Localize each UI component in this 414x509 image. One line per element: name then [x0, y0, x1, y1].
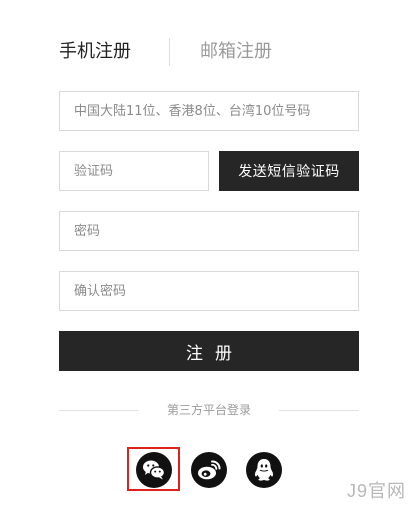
qq-icon [254, 459, 274, 481]
divider-line-right [279, 410, 359, 411]
verification-code-input[interactable] [59, 151, 209, 191]
register-tabs: 手机注册 邮箱注册 [59, 38, 359, 68]
register-page: 手机注册 邮箱注册 发送短信验证码 注册 第三方平台登录 [0, 0, 414, 509]
watermark-text: J9官网 [346, 481, 406, 501]
third-party-divider: 第三方平台登录 [59, 401, 359, 421]
tab-email-register[interactable]: 邮箱注册 [200, 38, 272, 66]
register-submit-button[interactable]: 注册 [59, 331, 359, 371]
password-input[interactable] [59, 211, 359, 251]
weibo-icon [198, 460, 221, 480]
confirm-password-input[interactable] [59, 271, 359, 311]
tab-divider [169, 38, 170, 66]
weibo-login-button[interactable] [191, 452, 227, 488]
qq-login-button[interactable] [246, 452, 282, 488]
send-sms-code-button[interactable]: 发送短信验证码 [219, 151, 359, 191]
phone-input[interactable] [59, 91, 359, 131]
tab-phone-register[interactable]: 手机注册 [59, 38, 131, 66]
wechat-highlight-box [127, 447, 180, 491]
